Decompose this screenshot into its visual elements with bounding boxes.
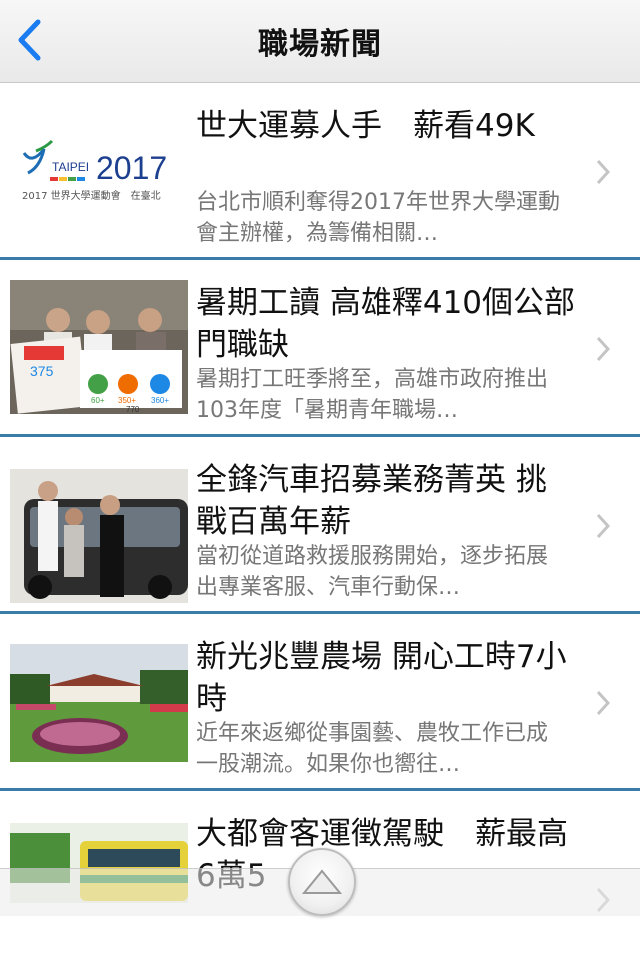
news-photo-farm [10,644,188,762]
chevron-right-icon [596,513,610,539]
logo-caption: 2017 世界大學運動會 在臺北 [22,189,161,202]
navigation-bar: 職場新聞 [0,0,640,83]
news-summary: 暑期打工旺季將至，高雄市政府推出103年度「暑期青年職場… [196,367,549,423]
news-photo-people: 375 60+ 350+ 360+ 770 [10,280,188,414]
news-title: 新光兆豐農場 開心工時7小時 [196,639,567,717]
news-title: 全鋒汽車招募業務菁英 挑戰百萬年薪 [196,462,547,540]
news-summary: 近年來返鄉從事園藝、農牧工作已成一股潮流。如果你也嚮往… [196,721,549,777]
news-photo-car [10,469,188,603]
sign-number: 375 [30,363,54,379]
news-list: TAIPEI 2017 2017 世界大學運動會 在臺北 世大運募人手 薪看49… [0,83,640,968]
news-item[interactable]: 全鋒汽車招募業務菁英 挑戰百萬年薪 當初從道路救援服務開始，逐步拓展出專業客服、… [0,437,640,614]
news-item[interactable]: 375 60+ 350+ 360+ 770 暑期工讀 高雄釋410個公部門職缺 … [0,260,640,437]
news-thumbnail [10,644,188,762]
sign-value-3: 360+ [151,396,169,405]
scroll-to-top-icon [302,869,342,894]
sign-value-1: 60+ [91,396,105,405]
logo-city: TAIPEI [52,160,89,174]
chevron-right-icon [596,690,610,716]
sign-total: 770 [126,405,140,414]
news-title: 世大運募人手 薪看49K [196,108,535,144]
scroll-to-top-button[interactable] [288,848,356,916]
news-title: 暑期工讀 高雄釋410個公部門職缺 [196,285,576,363]
page-title: 職場新聞 [258,27,382,62]
logo-year: 2017 [96,150,167,186]
news-thumbnail: TAIPEI 2017 2017 世界大學運動會 在臺北 [10,107,188,215]
universiade-logo: TAIPEI 2017 2017 世界大學運動會 在臺北 [22,139,167,202]
news-item[interactable]: TAIPEI 2017 2017 世界大學運動會 在臺北 世大運募人手 薪看49… [0,83,640,260]
chevron-right-icon [596,159,610,185]
sign-value-2: 350+ [118,396,136,405]
news-thumbnail: 375 60+ 350+ 360+ 770 [10,280,188,414]
news-thumbnail [10,469,188,603]
news-item[interactable]: 新光兆豐農場 開心工時7小時 近年來返鄉從事園藝、農牧工作已成一股潮流。如果你也… [0,614,640,791]
news-summary: 台北市順利奪得2017年世界大學運動會主辦權，為籌備相關… [196,190,560,246]
chevron-right-icon [596,336,610,362]
news-summary: 當初從道路救援服務開始，逐步拓展出專業客服、汽車行動保… [196,544,549,600]
